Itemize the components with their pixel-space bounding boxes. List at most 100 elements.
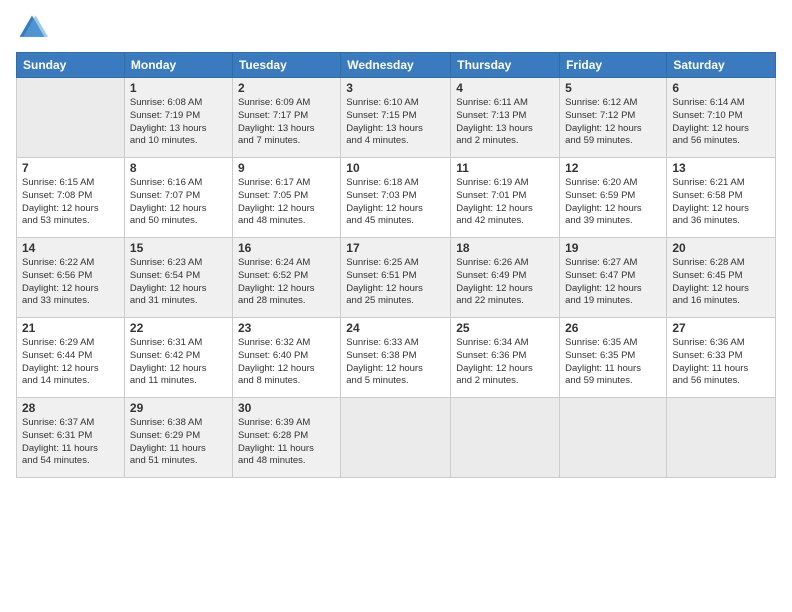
day-info: Sunrise: 6:16 AM Sunset: 7:07 PM Dayligh… [130, 177, 227, 228]
day-info: Sunrise: 6:29 AM Sunset: 6:44 PM Dayligh… [22, 337, 119, 388]
day-info: Sunrise: 6:37 AM Sunset: 6:31 PM Dayligh… [22, 417, 119, 468]
day-info: Sunrise: 6:21 AM Sunset: 6:58 PM Dayligh… [672, 177, 770, 228]
calendar-cell: 28Sunrise: 6:37 AM Sunset: 6:31 PM Dayli… [17, 398, 125, 478]
col-header-saturday: Saturday [667, 53, 776, 78]
day-info: Sunrise: 6:36 AM Sunset: 6:33 PM Dayligh… [672, 337, 770, 388]
day-info: Sunrise: 6:19 AM Sunset: 7:01 PM Dayligh… [456, 177, 554, 228]
calendar-cell: 17Sunrise: 6:25 AM Sunset: 6:51 PM Dayli… [341, 238, 451, 318]
day-info: Sunrise: 6:33 AM Sunset: 6:38 PM Dayligh… [346, 337, 445, 388]
calendar-cell: 16 Sunrise: 6:24 AM Sunset: 6:52 PM Dayli… [232, 238, 340, 318]
calendar-cell: 20 Sunrise: 6:28 AM Sunset: 6:45 PM Dayli… [667, 238, 776, 318]
calendar-cell: 18 Sunrise: 6:26 AM Sunset: 6:49 PM Dayli… [451, 238, 560, 318]
calendar-week-4: 28Sunrise: 6:37 AM Sunset: 6:31 PM Dayli… [17, 398, 776, 478]
day-number: 29 [130, 401, 227, 415]
calendar-cell: 5 Sunrise: 6:12 AM Sunset: 7:12 PM Daylig… [560, 78, 667, 158]
day-info: Sunrise: 6:35 AM Sunset: 6:35 PM Dayligh… [565, 337, 661, 388]
col-header-sunday: Sunday [17, 53, 125, 78]
day-number: 5 [565, 81, 661, 95]
calendar-cell: 24 Sunrise: 6:33 AM Sunset: 6:38 PM Dayli… [341, 318, 451, 398]
day-info: Sunrise: 6:11 AM Sunset: 7:13 PM Dayligh… [456, 97, 554, 148]
calendar-cell: 13Sunrise: 6:21 AM Sunset: 6:58 PM Dayli… [667, 158, 776, 238]
day-info: Sunrise: 6:28 AM Sunset: 6:45 PM Dayligh… [672, 257, 770, 308]
calendar-cell: 6 Sunrise: 6:14 AM Sunset: 7:10 PM Daylig… [667, 78, 776, 158]
col-header-monday: Monday [124, 53, 232, 78]
calendar-cell: 8 Sunrise: 6:16 AM Sunset: 7:07 PM Daylig… [124, 158, 232, 238]
page: SundayMondayTuesdayWednesdayThursdayFrid… [0, 0, 792, 612]
day-number: 22 [130, 321, 227, 335]
day-info: Sunrise: 6:08 AM Sunset: 7:19 PM Dayligh… [130, 97, 227, 148]
day-info: Sunrise: 6:38 AM Sunset: 6:29 PM Dayligh… [130, 417, 227, 468]
day-info: Sunrise: 6:32 AM Sunset: 6:40 PM Dayligh… [238, 337, 335, 388]
col-header-tuesday: Tuesday [232, 53, 340, 78]
day-info: Sunrise: 6:12 AM Sunset: 7:12 PM Dayligh… [565, 97, 661, 148]
calendar-cell [17, 78, 125, 158]
calendar-cell: 23 Sunrise: 6:32 AM Sunset: 6:40 PM Dayli… [232, 318, 340, 398]
day-info: Sunrise: 6:39 AM Sunset: 6:28 PM Dayligh… [238, 417, 335, 468]
col-header-friday: Friday [560, 53, 667, 78]
day-number: 24 [346, 321, 445, 335]
day-number: 2 [238, 81, 335, 95]
day-number: 6 [672, 81, 770, 95]
day-number: 1 [130, 81, 227, 95]
day-number: 12 [565, 161, 661, 175]
day-number: 4 [456, 81, 554, 95]
col-header-thursday: Thursday [451, 53, 560, 78]
day-info: Sunrise: 6:25 AM Sunset: 6:51 PM Dayligh… [346, 257, 445, 308]
day-info: Sunrise: 6:23 AM Sunset: 6:54 PM Dayligh… [130, 257, 227, 308]
day-number: 8 [130, 161, 227, 175]
day-number: 14 [22, 241, 119, 255]
calendar-cell: 9Sunrise: 6:17 AM Sunset: 7:05 PM Daylig… [232, 158, 340, 238]
day-info: Sunrise: 6:14 AM Sunset: 7:10 PM Dayligh… [672, 97, 770, 148]
day-number: 18 [456, 241, 554, 255]
day-number: 25 [456, 321, 554, 335]
calendar-cell [560, 398, 667, 478]
col-header-wednesday: Wednesday [341, 53, 451, 78]
day-number: 27 [672, 321, 770, 335]
calendar-cell: 2 Sunrise: 6:09 AM Sunset: 7:17 PM Daylig… [232, 78, 340, 158]
calendar-cell: 14 Sunrise: 6:22 AM Sunset: 6:56 PM Dayli… [17, 238, 125, 318]
calendar-cell: 3 Sunrise: 6:10 AM Sunset: 7:15 PM Daylig… [341, 78, 451, 158]
day-info: Sunrise: 6:22 AM Sunset: 6:56 PM Dayligh… [22, 257, 119, 308]
calendar-cell: 27 Sunrise: 6:36 AM Sunset: 6:33 PM Dayli… [667, 318, 776, 398]
day-number: 11 [456, 161, 554, 175]
calendar-week-2: 14 Sunrise: 6:22 AM Sunset: 6:56 PM Dayli… [17, 238, 776, 318]
calendar-cell: 1 Sunrise: 6:08 AM Sunset: 7:19 PM Daylig… [124, 78, 232, 158]
day-info: Sunrise: 6:26 AM Sunset: 6:49 PM Dayligh… [456, 257, 554, 308]
day-info: Sunrise: 6:27 AM Sunset: 6:47 PM Dayligh… [565, 257, 661, 308]
day-number: 3 [346, 81, 445, 95]
calendar-cell: 19 Sunrise: 6:27 AM Sunset: 6:47 PM Dayli… [560, 238, 667, 318]
day-number: 20 [672, 241, 770, 255]
calendar-cell [451, 398, 560, 478]
day-number: 19 [565, 241, 661, 255]
day-info: Sunrise: 6:18 AM Sunset: 7:03 PM Dayligh… [346, 177, 445, 228]
day-info: Sunrise: 6:09 AM Sunset: 7:17 PM Dayligh… [238, 97, 335, 148]
calendar-cell: 10 Sunrise: 6:18 AM Sunset: 7:03 PM Dayli… [341, 158, 451, 238]
header [16, 12, 776, 44]
calendar-cell: 11 Sunrise: 6:19 AM Sunset: 7:01 PM Dayli… [451, 158, 560, 238]
day-number: 15 [130, 241, 227, 255]
day-number: 16 [238, 241, 335, 255]
calendar-cell: 15 Sunrise: 6:23 AM Sunset: 6:54 PM Dayli… [124, 238, 232, 318]
day-info: Sunrise: 6:10 AM Sunset: 7:15 PM Dayligh… [346, 97, 445, 148]
day-number: 23 [238, 321, 335, 335]
calendar-cell: 21 Sunrise: 6:29 AM Sunset: 6:44 PM Dayli… [17, 318, 125, 398]
calendar-header-row: SundayMondayTuesdayWednesdayThursdayFrid… [17, 53, 776, 78]
day-info: Sunrise: 6:20 AM Sunset: 6:59 PM Dayligh… [565, 177, 661, 228]
calendar-week-1: 7Sunrise: 6:15 AM Sunset: 7:08 PM Daylig… [17, 158, 776, 238]
calendar-week-3: 21 Sunrise: 6:29 AM Sunset: 6:44 PM Dayli… [17, 318, 776, 398]
calendar-cell: 22 Sunrise: 6:31 AM Sunset: 6:42 PM Dayli… [124, 318, 232, 398]
day-info: Sunrise: 6:34 AM Sunset: 6:36 PM Dayligh… [456, 337, 554, 388]
day-number: 10 [346, 161, 445, 175]
day-info: Sunrise: 6:15 AM Sunset: 7:08 PM Dayligh… [22, 177, 119, 228]
calendar-cell [341, 398, 451, 478]
logo [16, 12, 52, 44]
calendar-week-0: 1 Sunrise: 6:08 AM Sunset: 7:19 PM Daylig… [17, 78, 776, 158]
day-number: 26 [565, 321, 661, 335]
day-number: 21 [22, 321, 119, 335]
calendar-cell: 7Sunrise: 6:15 AM Sunset: 7:08 PM Daylig… [17, 158, 125, 238]
calendar-cell: 29 Sunrise: 6:38 AM Sunset: 6:29 PM Dayli… [124, 398, 232, 478]
calendar-cell [667, 398, 776, 478]
day-info: Sunrise: 6:24 AM Sunset: 6:52 PM Dayligh… [238, 257, 335, 308]
logo-icon [16, 12, 48, 44]
day-info: Sunrise: 6:31 AM Sunset: 6:42 PM Dayligh… [130, 337, 227, 388]
